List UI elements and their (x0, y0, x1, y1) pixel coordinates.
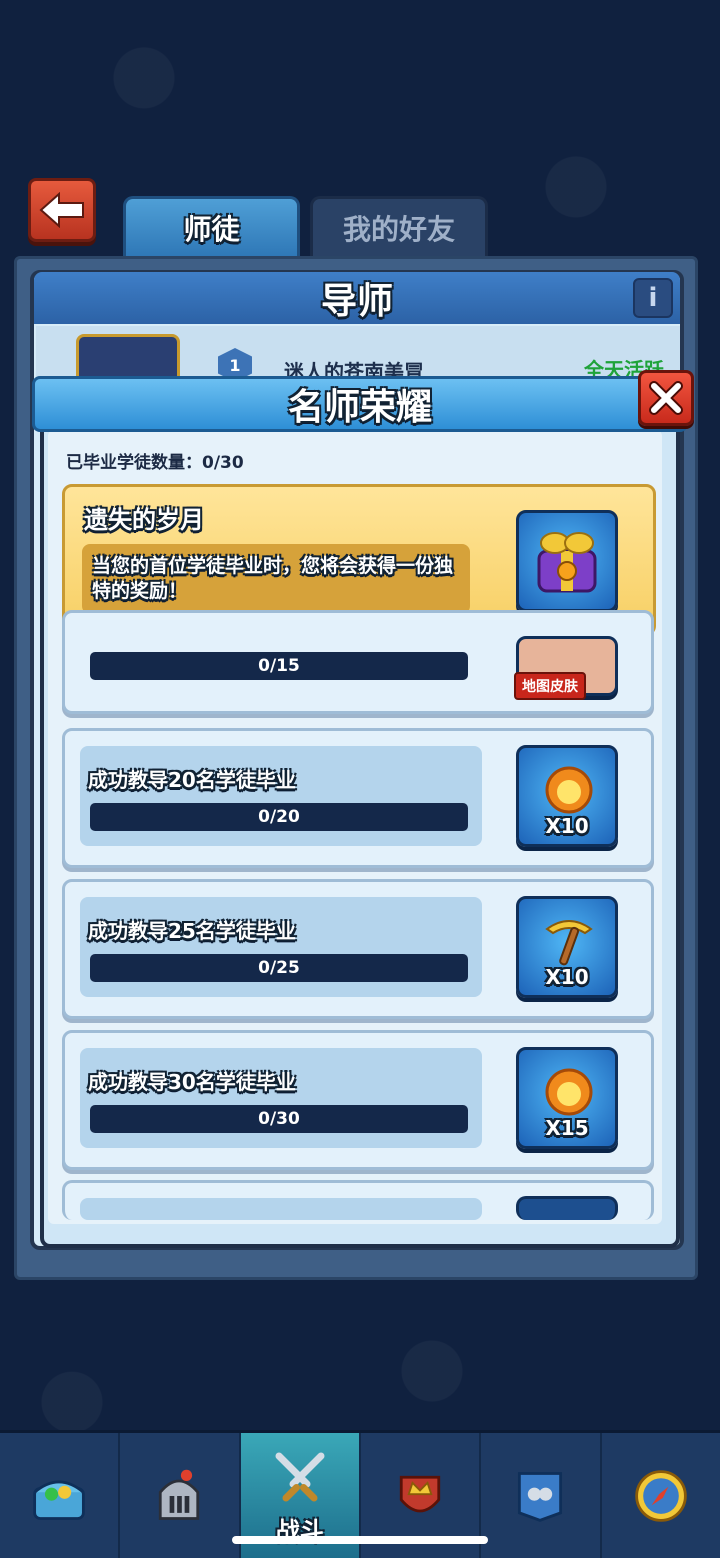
compass-icon (629, 1464, 693, 1528)
achievement-panel (80, 746, 482, 846)
crown-shield-icon (388, 1464, 452, 1528)
gift-box-icon (537, 532, 597, 593)
modal-title: 名师荣耀 (32, 376, 688, 432)
achievement-panel (80, 897, 482, 997)
graduated-count: 已毕业学徒数量：0/30 (66, 453, 244, 473)
nav-item-hero[interactable] (120, 1433, 241, 1558)
home-indicator[interactable] (232, 1536, 488, 1544)
map-skin-tag: 地图皮肤 (514, 672, 586, 700)
featured-title: 遗失的岁月 (84, 506, 204, 534)
achievement-panel (80, 1198, 482, 1220)
treasure-chest-icon (27, 1464, 91, 1528)
achievement-label: 成功教导25名学徒毕业 (88, 919, 296, 943)
nav-item-guild[interactable] (481, 1433, 602, 1558)
achievement-progress: 0/25 (90, 954, 468, 982)
reward-tile[interactable]: X10 (516, 745, 618, 847)
mentor-panel-title: 导师 (34, 272, 680, 324)
nav-item-chest[interactable] (0, 1433, 121, 1558)
featured-description: 当您的首位学徒毕业时，您将会获得一份独特的奖励！ (82, 544, 470, 614)
fire-orb-icon (545, 766, 593, 814)
info-button[interactable]: i (633, 278, 673, 318)
nav-item-explore[interactable] (602, 1433, 720, 1558)
back-button[interactable] (28, 178, 96, 242)
tab-friends[interactable]: 我的好友 (310, 196, 488, 256)
guild-banner-icon (508, 1464, 572, 1528)
info-icon: i (648, 283, 658, 313)
reward-tile[interactable]: X15 (516, 1047, 618, 1149)
achievement-progress: 0/20 (90, 803, 468, 831)
gift-reward-tile[interactable] (516, 510, 618, 612)
achievement-label: 成功教导20名学徒毕业 (88, 768, 296, 792)
pickaxe-icon (545, 920, 593, 966)
close-button[interactable] (638, 370, 694, 426)
achievement-progress: 0/15 (90, 652, 468, 680)
achievement-panel (80, 1048, 482, 1148)
knight-helmet-icon (147, 1464, 211, 1528)
reward-tile[interactable] (516, 1196, 618, 1220)
crossed-swords-icon (268, 1445, 332, 1509)
back-arrow-icon (39, 192, 84, 228)
reward-tile[interactable]: X10 (516, 896, 618, 998)
fire-orb-icon (545, 1068, 593, 1116)
achievement-label: 成功教导30名学徒毕业 (88, 1070, 296, 1094)
achievement-progress: 0/30 (90, 1105, 468, 1133)
close-icon (649, 381, 683, 415)
tab-mentorship[interactable]: 师徒 (123, 196, 300, 256)
